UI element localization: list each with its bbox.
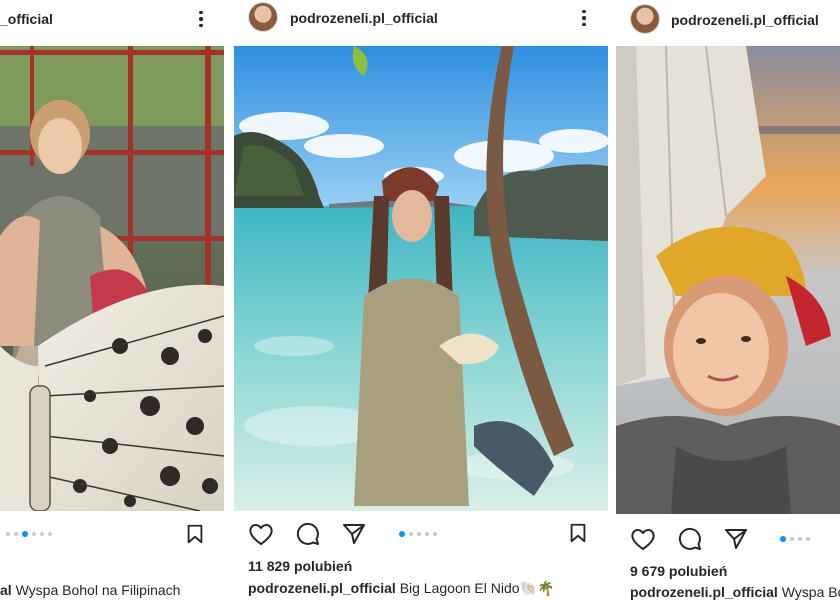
likes-count[interactable]: 9 679 polubień bbox=[630, 563, 727, 579]
caption-username[interactable]: podrozeneli.pl_official bbox=[248, 580, 396, 596]
more-options-icon[interactable] bbox=[191, 9, 211, 29]
caption-username[interactable]: podrozeneli.pl_official bbox=[630, 584, 778, 600]
avatar[interactable] bbox=[248, 2, 278, 32]
post-caption: podrozeneli.pl_official Wyspa Bo bbox=[630, 584, 840, 600]
more-options-icon[interactable] bbox=[574, 8, 594, 28]
post-card-3: podrozeneli.pl_official 9 679 polubień p… bbox=[614, 0, 840, 600]
like-button[interactable] bbox=[630, 527, 656, 551]
share-button[interactable] bbox=[342, 522, 366, 546]
likes-count[interactable]: 11 829 polubień bbox=[248, 558, 352, 574]
comment-icon bbox=[296, 522, 319, 545]
post-header: podrozeneli.pl_official bbox=[232, 0, 610, 40]
action-bar bbox=[248, 522, 366, 546]
carousel-indicator bbox=[6, 531, 52, 537]
post-card-1: _official al Wyspa Bohol na Filipinach bbox=[0, 0, 228, 600]
save-button[interactable] bbox=[184, 523, 206, 545]
post-username[interactable]: podrozeneli.pl_official bbox=[671, 12, 819, 28]
share-button[interactable] bbox=[724, 527, 748, 551]
post-photo[interactable] bbox=[0, 46, 224, 511]
post-header: _official bbox=[0, 0, 228, 40]
caption-text: Big Lagoon El Nido🐚🌴 bbox=[399, 580, 555, 596]
post-photo[interactable] bbox=[616, 46, 840, 514]
bookmark-icon bbox=[570, 523, 586, 543]
sunset-selfie-photo bbox=[616, 46, 840, 514]
post-header: podrozeneli.pl_official bbox=[614, 0, 840, 40]
post-username[interactable]: _official bbox=[0, 11, 53, 27]
carousel-indicator bbox=[399, 531, 437, 537]
post-photo[interactable] bbox=[234, 46, 608, 511]
comment-button[interactable] bbox=[678, 527, 702, 551]
like-button[interactable] bbox=[248, 522, 274, 546]
butterfly-farm-photo bbox=[0, 46, 224, 511]
post-caption: podrozeneli.pl_official Big Lagoon El Ni… bbox=[248, 580, 554, 597]
carousel-indicator bbox=[780, 536, 810, 542]
send-icon bbox=[343, 524, 365, 544]
post-username[interactable]: podrozeneli.pl_official bbox=[290, 10, 438, 26]
avatar[interactable] bbox=[630, 4, 660, 34]
heart-icon bbox=[631, 529, 655, 550]
send-icon bbox=[725, 529, 747, 549]
post-card-2: podrozeneli.pl_official 11 829 polubień … bbox=[232, 0, 610, 600]
post-caption: al Wyspa Bohol na Filipinach bbox=[0, 582, 180, 598]
action-bar bbox=[630, 527, 748, 551]
bookmark-icon bbox=[187, 524, 203, 544]
comment-icon bbox=[678, 527, 701, 550]
lagoon-photo bbox=[234, 46, 608, 511]
save-button[interactable] bbox=[567, 522, 589, 544]
caption-text: Wyspa Bo bbox=[781, 584, 840, 600]
caption-username[interactable]: al bbox=[0, 582, 12, 598]
heart-icon bbox=[249, 524, 273, 545]
comment-button[interactable] bbox=[296, 522, 320, 546]
caption-text: Wyspa Bohol na Filipinach bbox=[15, 582, 181, 598]
